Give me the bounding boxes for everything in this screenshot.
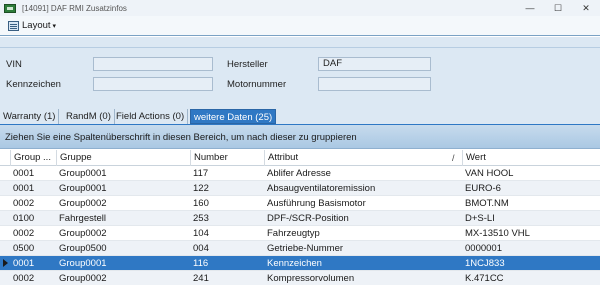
vin-label: VIN: [6, 59, 22, 70]
motornummer-label: Motornummer: [227, 79, 287, 90]
app-icon: [4, 3, 16, 13]
tab-field-actions[interactable]: Field Actions (0): [113, 109, 189, 124]
table-row[interactable]: 0001 Group0001 116 Kennzeichen 1NCJ833: [0, 256, 600, 271]
table-row[interactable]: 0002 Group0002 160 Ausführung Basismotor BMO…: [0, 196, 600, 211]
sort-indicator: /: [452, 153, 455, 163]
cell-group: 0002: [13, 198, 35, 209]
cell-group: 0500: [13, 243, 35, 254]
cell-wert: VAN HOOL: [465, 168, 514, 179]
cell-group: 0001: [13, 183, 35, 194]
tab-randm[interactable]: RandM (0): [63, 109, 115, 124]
cell-wert: 0000001: [465, 243, 502, 254]
hersteller-field[interactable]: DAF: [318, 57, 431, 71]
cell-attribut: Fahrzeugtyp: [267, 228, 320, 239]
kennzeichen-label: Kennzeichen: [6, 79, 61, 90]
cell-wert: D+S-LI: [465, 213, 495, 224]
cell-number: 116: [193, 258, 209, 269]
cell-attribut: Absaugventilatoremission: [267, 183, 376, 194]
layout-icon: [8, 20, 19, 31]
maximize-button[interactable]: ☐: [544, 0, 572, 16]
tab-warranty[interactable]: Warranty (1): [0, 109, 60, 124]
layout-menu-button[interactable]: Layout ▾: [5, 18, 59, 34]
cell-number: 122: [193, 183, 209, 194]
group-by-area[interactable]: Ziehen Sie eine Spaltenüberschrift in di…: [0, 124, 600, 149]
layout-label: Layout: [22, 20, 51, 31]
cell-attribut: DPF-/SCR-Position: [267, 213, 349, 224]
table-row[interactable]: 0001 Group0001 117 Ablifer Adresse VAN HOOL: [0, 166, 600, 181]
column-header-gruppe[interactable]: Gruppe: [56, 150, 190, 166]
table-row[interactable]: 0002 Group0002 104 Fahrzeugtyp MX-13510 VHL: [0, 226, 600, 241]
cell-wert: MX-13510 VHL: [465, 228, 530, 239]
cell-number: 104: [193, 228, 209, 239]
motornummer-field[interactable]: [318, 77, 431, 91]
close-button[interactable]: ✕: [572, 0, 600, 16]
form-divider: [0, 47, 600, 48]
cell-gruppe: Group0002: [59, 273, 107, 284]
vehicle-info-form: VIN Hersteller DAF Kennzeichen Motornumm…: [0, 37, 600, 109]
cell-number: 004: [193, 243, 209, 254]
cell-gruppe: Group0001: [59, 258, 107, 269]
cell-group: 0002: [13, 273, 35, 284]
grid-body: 0001 Group0001 117 Ablifer Adresse VAN HOOL 0…: [0, 166, 600, 285]
table-row[interactable]: 0002 Group0002 241 Kompressorvolumen K.471CC: [0, 271, 600, 285]
cell-attribut: Kompressorvolumen: [267, 273, 355, 284]
cell-number: 117: [193, 168, 209, 179]
cell-group: 0001: [13, 168, 35, 179]
column-header-group[interactable]: Group ...: [10, 150, 56, 166]
table-row[interactable]: 0001 Group0001 122 Absaugventilatoremission…: [0, 181, 600, 196]
vin-field[interactable]: [93, 57, 213, 71]
cell-gruppe: Group0001: [59, 183, 107, 194]
cell-attribut: Getriebe-Nummer: [267, 243, 344, 254]
cell-gruppe: Group0001: [59, 168, 107, 179]
column-header-wert[interactable]: Wert: [462, 150, 600, 166]
column-header-number[interactable]: Number: [190, 150, 264, 166]
cell-group: 0002: [13, 228, 35, 239]
cell-number: 253: [193, 213, 209, 224]
row-indicator-icon: [3, 259, 8, 267]
title-bar: [14091] DAF RMI Zusatzinfos — ☐ ✕: [0, 0, 600, 16]
cell-gruppe: Group0500: [59, 243, 107, 254]
cell-gruppe: Group0002: [59, 198, 107, 209]
chevron-down-icon: ▾: [52, 22, 57, 30]
cell-wert: BMOT.NM: [465, 198, 509, 209]
minimize-button[interactable]: —: [516, 0, 544, 16]
cell-attribut: Ausführung Basismotor: [267, 198, 366, 209]
cell-wert: EURO-6: [465, 183, 501, 194]
window-controls: — ☐ ✕: [516, 0, 600, 16]
cell-wert: 1NCJ833: [465, 258, 505, 269]
tab-weitere-daten[interactable]: weitere Daten (25): [190, 109, 277, 124]
cell-group: 0001: [13, 258, 35, 269]
tab-strip: Warranty (1) RandM (0) Field Actions (0)…: [0, 109, 600, 124]
window-title: [14091] DAF RMI Zusatzinfos: [22, 3, 127, 13]
toolbar: Layout ▾: [0, 16, 600, 36]
cell-attribut: Ablifer Adresse: [267, 168, 331, 179]
cell-number: 241: [193, 273, 209, 284]
table-row[interactable]: 0500 Group0500 004 Getriebe-Nummer 0000001: [0, 241, 600, 256]
cell-group: 0100: [13, 213, 35, 224]
cell-gruppe: Fahrgestell: [59, 213, 106, 224]
grid-header: Group ... Gruppe Number Attribut / Wert: [0, 150, 600, 166]
cell-gruppe: Group0002: [59, 228, 107, 239]
cell-wert: K.471CC: [465, 273, 504, 284]
group-by-hint: Ziehen Sie eine Spaltenüberschrift in di…: [5, 132, 357, 143]
kennzeichen-field[interactable]: [93, 77, 213, 91]
column-header-attribut[interactable]: Attribut: [264, 150, 462, 166]
table-row[interactable]: 0100 Fahrgestell 253 DPF-/SCR-Position D+S-L…: [0, 211, 600, 226]
hersteller-label: Hersteller: [227, 59, 268, 70]
cell-number: 160: [193, 198, 209, 209]
cell-attribut: Kennzeichen: [267, 258, 322, 269]
